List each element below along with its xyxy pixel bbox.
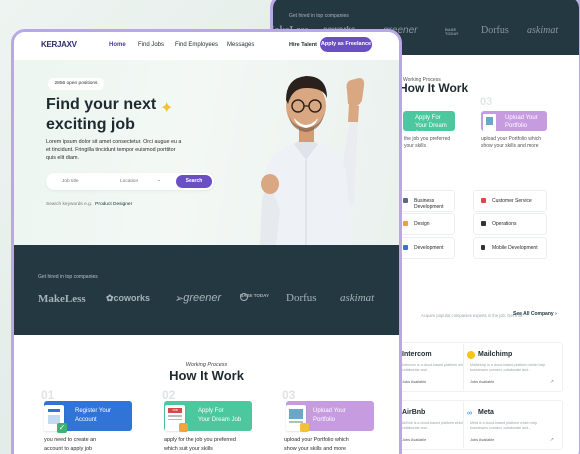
chevron-down-icon[interactable]: ⌄ xyxy=(157,178,161,183)
how-it-works-title: How It Work xyxy=(169,368,244,383)
logo-coworks: ✿ coworks xyxy=(106,293,151,303)
logo-askimat: askimat xyxy=(340,292,375,304)
mailchimp-logo-icon xyxy=(467,351,475,359)
company-tag: Jobs Available xyxy=(402,380,427,384)
top-navbar: KERJAXV Home Find Jobs Find Employees Me… xyxy=(14,32,399,60)
see-all-companies-link[interactable]: See All Company › xyxy=(513,311,557,317)
front-page-preview: KERJAXV Home Find Jobs Find Employees Me… xyxy=(11,29,402,454)
logo-dorfus: Dorfus xyxy=(286,292,317,304)
step-3-description: upload your Portfolio which show your ski… xyxy=(284,437,349,452)
meta-logo-icon: ∞ xyxy=(467,410,472,417)
back-portfolio-icon xyxy=(483,114,496,131)
back-step-upload-desc: upload your Portfolio which show your ski… xyxy=(481,136,542,149)
company-desc: Meta is a cloud-based platform which hel… xyxy=(470,421,538,430)
back-logo-askimat: askimat xyxy=(527,25,559,36)
logo-makeless: MakeLess xyxy=(38,293,86,305)
job-document-icon: JOB xyxy=(165,405,188,432)
company-tag: Jobs Available xyxy=(470,438,495,442)
keyword-suggestion[interactable]: Product Designer xyxy=(95,202,132,207)
support-icon xyxy=(481,198,486,203)
hired-label: Get hired in top companies xyxy=(38,274,98,280)
back-how-title: How It Work xyxy=(399,81,469,95)
upload-icon xyxy=(300,423,309,432)
job-label: JOB xyxy=(168,408,182,413)
brand-logo[interactable]: KERJAXV xyxy=(41,40,77,49)
company-card-mailchimp[interactable]: Mailchimp Mailchimp is a cloud-based pla… xyxy=(463,342,563,392)
nav-find-jobs[interactable]: Find Jobs xyxy=(138,42,164,48)
step-2-description: apply for the job you preferred which sui… xyxy=(164,437,236,452)
hero-section: 2856 open positions Find your next exciti… xyxy=(14,60,399,245)
back-step-number: 03 xyxy=(480,96,493,108)
category-mobile-development[interactable]: Mobile Development xyxy=(473,237,547,259)
code-icon xyxy=(403,245,408,250)
grid-icon xyxy=(481,221,486,226)
back-step-apply-desc: the job you preferred your skills xyxy=(404,136,451,149)
step-1-description: you need to create an account to apply jo… xyxy=(44,437,97,452)
nav-home[interactable]: Home xyxy=(109,42,126,48)
step-number-2: 02 xyxy=(162,388,176,402)
search-keywords-hint: Search keywords e.g. Product Designer xyxy=(46,202,133,207)
category-business-development[interactable]: Business Development xyxy=(395,190,455,212)
sparkle-icon: ✦ xyxy=(160,100,174,117)
pencil-icon xyxy=(179,423,188,432)
hero-person-image xyxy=(260,76,365,245)
company-name: Meta xyxy=(478,409,494,416)
back-step-apply: Apply For Your Dream Job xyxy=(403,111,455,137)
back-logo-dorfus: Dorfus xyxy=(481,25,509,36)
nav-find-employees[interactable]: Find Employees xyxy=(175,42,218,48)
company-tag: Jobs Available xyxy=(470,380,495,384)
company-name: AirBnb xyxy=(402,409,426,416)
nav-messages[interactable]: Messages xyxy=(227,42,254,48)
chevron-right-icon: › xyxy=(555,311,557,317)
step-number-1: 01 xyxy=(41,388,55,402)
register-account-icon: ✓ xyxy=(44,405,67,433)
companies-note: Acquire popular companies experts in the… xyxy=(421,313,523,318)
portfolio-icon xyxy=(286,405,309,432)
location-select[interactable]: Location xyxy=(120,179,138,184)
phone-icon xyxy=(481,245,485,250)
company-name: Mailchimp xyxy=(478,351,513,358)
apply-freelance-button[interactable]: Apply as Freelance xyxy=(320,37,372,52)
search-button[interactable]: Search xyxy=(176,175,212,188)
back-logo-base-today: BASE TODAY xyxy=(445,27,459,36)
job-title-input[interactable]: Job title xyxy=(62,179,79,184)
job-search-bar: Job title Location ⌄ Search xyxy=(46,173,214,190)
company-desc: Mailchimp is a cloud-based platform whic… xyxy=(470,363,546,372)
brush-icon xyxy=(403,221,408,226)
company-name: Intercom xyxy=(402,351,432,358)
company-logo-row: MakeLess ✿ coworks ➢ greener BASE TODAY … xyxy=(38,292,375,305)
hero-subtext: Lorem ipsum dolor sit amet consectetur. … xyxy=(46,139,182,161)
briefcase-icon xyxy=(403,198,408,203)
hire-talent-link[interactable]: Hire Talent xyxy=(289,42,317,48)
logo-greener: ➢ greener xyxy=(174,292,222,305)
category-customer-service[interactable]: Customer Service xyxy=(473,190,547,212)
companies-band: Get hired in top companies MakeLess ✿ co… xyxy=(14,245,399,335)
step-number-3: 03 xyxy=(282,388,296,402)
checkmark-icon: ✓ xyxy=(57,423,67,433)
arrow-icon: ↗ xyxy=(549,437,554,443)
open-positions-badge: 2856 open positions xyxy=(48,78,104,90)
company-card-meta[interactable]: Meta ∞ Meta is a cloud-based platform wh… xyxy=(463,400,563,450)
arrow-icon: ↗ xyxy=(549,379,554,385)
category-development[interactable]: Development xyxy=(395,237,455,259)
company-tag: Jobs Available xyxy=(402,438,427,442)
category-operations[interactable]: Operations xyxy=(473,213,547,235)
back-hired-label: Get hired in top companies xyxy=(289,13,349,19)
category-design[interactable]: Design xyxy=(395,213,455,235)
